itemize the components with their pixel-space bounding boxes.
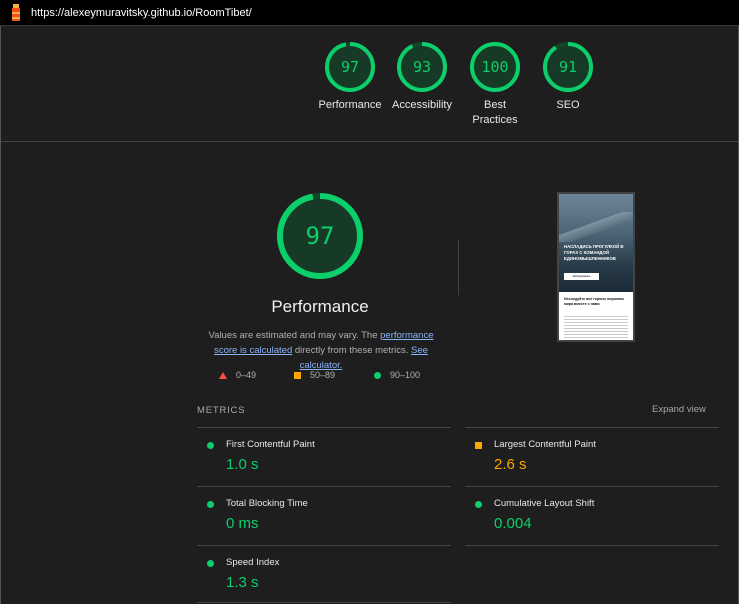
gauge-score: 91 <box>558 58 578 76</box>
performance-score: 97 <box>305 222 335 250</box>
performance-description: Values are estimated and may vary. The p… <box>196 328 446 373</box>
gauge-score: 97 <box>340 58 360 76</box>
performance-gauge: 97 <box>275 191 365 281</box>
gauge-seo[interactable]: 91 SEO <box>528 40 608 113</box>
gauge-score: 93 <box>412 58 432 76</box>
lighthouse-icon <box>12 4 20 21</box>
address-bar: https://alexeymuravitsky.github.io/RoomT… <box>0 0 739 26</box>
circle-icon <box>475 501 482 508</box>
page-url[interactable]: https://alexeymuravitsky.github.io/RoomT… <box>31 7 252 19</box>
legend-fail: 0–49 <box>219 370 256 380</box>
gauge-label: Accessibility <box>392 99 452 111</box>
metric-first-contentful-paint: First Contentful Paint 1.0 s <box>197 428 437 486</box>
legend-average: 50–89 <box>294 370 335 380</box>
gauge-best-practices[interactable]: 100 Best Practices <box>455 40 535 128</box>
mountain-image <box>559 212 633 242</box>
metric-name: First Contentful Paint <box>226 439 315 450</box>
desc-prefix: Values are estimated and may vary. The <box>208 330 381 341</box>
circle-icon <box>207 442 214 449</box>
metric-speed-index: Speed Index 1.3 s <box>197 546 437 604</box>
screenshot-hero-button: Забронировать <box>564 273 599 280</box>
screenshot-hero-text: НАСЛАДИСЬ ПРОГУЛКОЙ В ГОРАХ С КОМАНДОЙ Е… <box>564 244 624 261</box>
performance-title: Performance <box>271 297 369 316</box>
circle-icon <box>207 560 214 567</box>
legend-pass: 90–100 <box>374 370 420 380</box>
square-icon <box>294 371 301 379</box>
gauge-score: 100 <box>481 58 509 76</box>
metrics-divider <box>465 545 719 546</box>
gauge-label: SEO <box>556 99 580 111</box>
metric-name: Speed Index <box>226 557 280 568</box>
metric-largest-contentful-paint: Largest Contentful Paint 2.6 s <box>465 428 705 486</box>
metric-name: Total Blocking Time <box>226 498 308 509</box>
metrics-divider <box>197 602 451 603</box>
metric-value: 2.6 s <box>494 456 527 473</box>
screenshot-body-title: Исследуйте все горные вершины мира вмест… <box>564 297 625 306</box>
circle-icon <box>374 371 381 379</box>
triangle-icon <box>219 371 227 379</box>
metric-value: 0 ms <box>226 515 259 532</box>
legend-range: 50–89 <box>310 370 336 380</box>
metric-value: 1.0 s <box>226 456 259 473</box>
metric-cumulative-layout-shift: Cumulative Layout Shift 0.004 <box>465 487 705 545</box>
gauge-performance[interactable]: 97 Performance <box>310 40 390 113</box>
gauge-accessibility[interactable]: 93 Accessibility <box>382 40 462 113</box>
metric-name: Largest Contentful Paint <box>494 439 596 450</box>
metric-value: 1.3 s <box>226 574 259 591</box>
circle-icon <box>207 501 214 508</box>
divider <box>458 240 459 295</box>
gauge-label: Best Practices <box>472 99 518 126</box>
legend-range: 90–100 <box>390 370 421 380</box>
metric-value: 0.004 <box>494 515 532 532</box>
legend-range: 0–49 <box>236 370 257 380</box>
expand-view-toggle[interactable]: Expand view <box>652 404 706 415</box>
final-screenshot[interactable]: НАСЛАДИСЬ ПРОГУЛКОЙ В ГОРАХ С КОМАНДОЙ Е… <box>557 192 635 342</box>
metrics-heading: METRICS <box>197 405 246 416</box>
desc-middle: directly from these metrics. <box>292 345 412 356</box>
screenshot-body-text <box>564 314 628 340</box>
metric-name: Cumulative Layout Shift <box>494 498 595 509</box>
gauge-label: Performance <box>318 99 382 111</box>
score-summary: 97 Performance 93 Accessibility 100 Best… <box>1 26 738 142</box>
metric-total-blocking-time: Total Blocking Time 0 ms <box>197 487 437 545</box>
square-icon <box>475 442 482 449</box>
